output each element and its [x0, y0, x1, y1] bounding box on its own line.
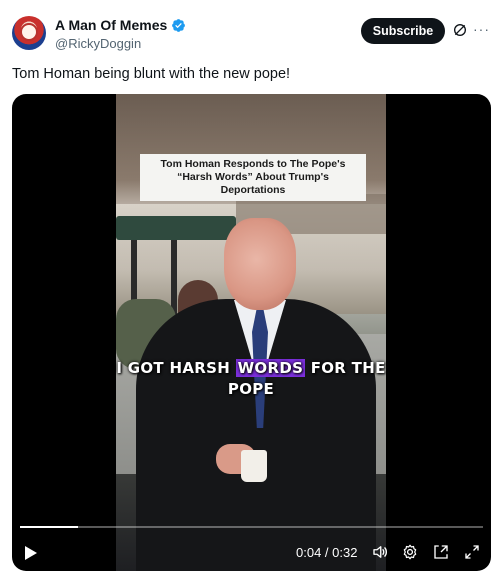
verified-badge-icon [172, 18, 186, 32]
subtitle-highlight: WORDS [235, 359, 306, 377]
subscribe-button[interactable]: Subscribe [361, 18, 445, 44]
avatar[interactable] [12, 16, 46, 50]
fullscreen-icon[interactable] [463, 543, 481, 561]
grok-icon[interactable] [452, 22, 468, 38]
settings-gear-icon[interactable] [401, 543, 419, 561]
play-icon[interactable] [24, 545, 38, 561]
picture-in-picture-icon[interactable] [432, 543, 450, 561]
video-subtitle: I GOT HARSH WORDS FOR THE POPE [116, 358, 386, 400]
video-frame[interactable]: Tom Homan Responds to The Pope's “Harsh … [116, 94, 386, 571]
video-player[interactable]: Tom Homan Responds to The Pope's “Harsh … [12, 94, 491, 571]
tweet-header: A Man Of Memes @RickyDoggin Subscribe ··… [0, 0, 497, 60]
handle[interactable]: @RickyDoggin [55, 36, 141, 51]
subject-head [224, 218, 296, 310]
subtitle-line-2: POPE [227, 380, 275, 398]
subtitle-text: I GOT HARSH [116, 359, 236, 377]
coffee-cup [241, 450, 267, 482]
volume-icon[interactable] [371, 543, 389, 561]
avatar-image [20, 23, 38, 41]
time-readout: 0:04 / 0:32 [296, 545, 358, 560]
tweet-text: Tom Homan being blunt with the new pope! [12, 66, 291, 82]
background-canopy [116, 216, 236, 240]
display-name[interactable]: A Man Of Memes [55, 17, 167, 33]
video-controls: 0:04 / 0:32 [12, 534, 491, 571]
video-caption-title: Tom Homan Responds to The Pope's “Harsh … [140, 154, 366, 201]
progress-fill [20, 526, 78, 528]
subtitle-text: FOR THE [305, 359, 386, 377]
progress-bar[interactable] [20, 526, 483, 528]
name-row: A Man Of Memes [55, 17, 186, 33]
more-options-icon[interactable]: ··· [473, 21, 489, 37]
